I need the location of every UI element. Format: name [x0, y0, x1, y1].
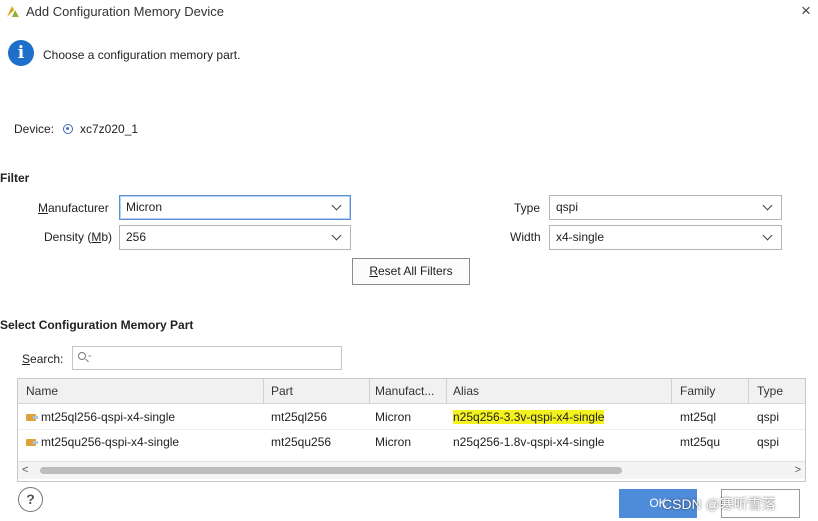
- density-label-pre: Density (: [44, 230, 92, 244]
- density-select[interactable]: 256: [119, 225, 351, 250]
- search-dropdown-caret[interactable]: -: [88, 350, 92, 362]
- row-alias-cell: n25q256-1.8v-qspi-x4-single: [447, 430, 672, 455]
- column-header-part[interactable]: Part: [264, 379, 370, 404]
- scroll-left-icon[interactable]: <: [22, 464, 28, 476]
- row-alias: n25q256-3.3v-qspi-x4-single: [453, 410, 605, 424]
- density-value: 256: [126, 230, 147, 244]
- column-header-type[interactable]: Type: [749, 379, 805, 404]
- search-box[interactable]: -: [72, 346, 342, 370]
- width-value: x4-single: [556, 230, 605, 244]
- scroll-right-icon[interactable]: >: [795, 464, 801, 476]
- chip-icon: [63, 124, 73, 134]
- search-label-text: earch:: [30, 352, 64, 366]
- row-manufacturer: Micron: [375, 410, 412, 424]
- column-header-name[interactable]: Name: [18, 379, 264, 404]
- device-label: Device:: [14, 122, 55, 136]
- info-icon: i: [8, 40, 34, 66]
- row-manufacturer: Micron: [375, 435, 412, 449]
- manufacturer-mnemonic: M: [38, 201, 48, 215]
- row-type: qspi: [757, 410, 780, 424]
- info-message: Choose a configuration memory part.: [43, 48, 241, 62]
- table-header: Name Part Manufact... Alias Family Type: [18, 379, 805, 404]
- manufacturer-value: Micron: [126, 200, 163, 214]
- memory-part-icon: [26, 414, 38, 421]
- reset-mnemonic: R: [369, 264, 378, 278]
- table-row[interactable]: mt25ql256-qspi-x4-single mt25ql256 Micro…: [18, 405, 805, 430]
- row-part: mt25qu256: [271, 435, 332, 449]
- row-name: mt25ql256-qspi-x4-single: [41, 410, 176, 424]
- window-title: Add Configuration Memory Device: [26, 4, 224, 19]
- column-header-alias[interactable]: Alias: [447, 379, 672, 404]
- manufacturer-label: Manufacturer: [38, 201, 109, 215]
- type-label: Type: [514, 201, 541, 215]
- row-name-cell: mt25qu256-qspi-x4-single: [18, 430, 264, 455]
- manufacturer-select[interactable]: Micron: [119, 195, 351, 220]
- width-select[interactable]: x4-single: [549, 225, 782, 250]
- table-row[interactable]: mt25qu256-qspi-x4-single mt25qu256 Micro…: [18, 430, 805, 455]
- row-family: mt25ql: [680, 410, 717, 424]
- select-part-section-title: Select Configuration Memory Part: [0, 318, 194, 332]
- row-alias: n25q256-1.8v-qspi-x4-single: [453, 435, 605, 449]
- row-part: mt25ql256: [271, 410, 328, 424]
- reset-label: eset All Filters: [377, 264, 453, 278]
- horizontal-scrollbar[interactable]: < >: [18, 461, 805, 479]
- scrollbar-thumb[interactable]: [40, 467, 622, 474]
- help-button[interactable]: ?: [18, 487, 43, 512]
- close-icon[interactable]: ×: [797, 2, 815, 20]
- type-select[interactable]: qspi: [549, 195, 782, 220]
- width-label: Width: [510, 230, 541, 244]
- density-label: Density (Mb): [44, 230, 112, 244]
- row-type: qspi: [757, 435, 780, 449]
- search-input[interactable]: [95, 348, 335, 368]
- row-name: mt25qu256-qspi-x4-single: [41, 435, 180, 449]
- chevron-down-icon[interactable]: [762, 230, 773, 241]
- row-family: mt25qu: [680, 435, 721, 449]
- chevron-down-icon[interactable]: [331, 200, 342, 211]
- reset-all-filters-button[interactable]: Reset All Filters: [352, 258, 470, 285]
- row-alias-cell: n25q256-3.3v-qspi-x4-single: [447, 405, 672, 430]
- memory-part-icon: [26, 439, 38, 446]
- title-bar: Add Configuration Memory Device ×: [0, 0, 818, 26]
- search-label: Search:: [22, 352, 63, 366]
- vivado-logo-icon: [7, 6, 19, 17]
- density-mnemonic: M: [91, 230, 102, 244]
- column-header-manufacturer[interactable]: Manufact...: [370, 379, 447, 404]
- column-header-family[interactable]: Family: [672, 379, 749, 404]
- chevron-down-icon[interactable]: [331, 230, 342, 241]
- search-icon: [78, 352, 86, 360]
- device-value: xc7z020_1: [80, 122, 139, 136]
- density-label-post: b): [101, 230, 113, 244]
- row-name-cell: mt25ql256-qspi-x4-single: [18, 405, 264, 430]
- manufacturer-label-text: anufacturer: [48, 201, 109, 215]
- filter-section-title: Filter: [0, 171, 30, 185]
- search-mnemonic: S: [22, 352, 31, 366]
- watermark: CSDN @寒听雪落: [662, 496, 776, 512]
- chevron-down-icon[interactable]: [762, 200, 773, 211]
- type-value: qspi: [556, 200, 579, 214]
